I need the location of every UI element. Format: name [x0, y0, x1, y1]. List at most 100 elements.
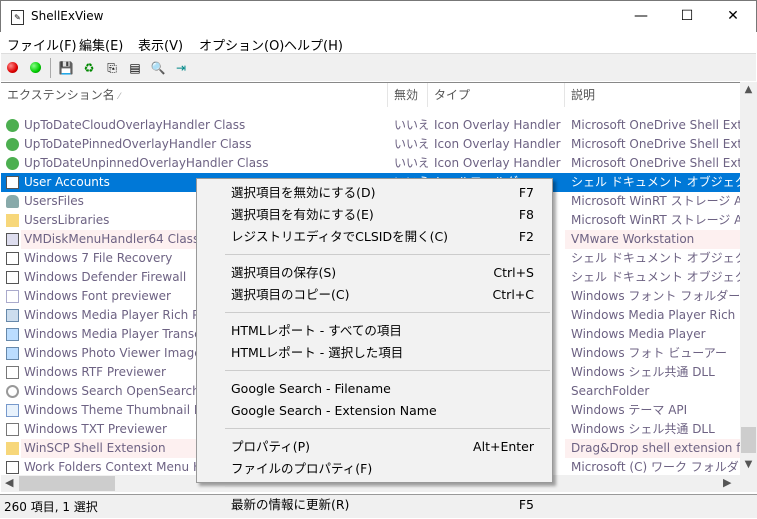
cell-description: シェル ドキュメント オブジェクトとコント — [571, 251, 740, 265]
cell-description: SearchFolder — [571, 384, 650, 398]
horizontal-scroll-thumb[interactable] — [19, 476, 115, 491]
close-button[interactable]: ✕ — [710, 1, 756, 32]
context-menu-item[interactable]: ファイルのプロパティ(F) — [198, 458, 551, 480]
menu-item-label: レジストリエディタでCLSIDを開く(C) — [231, 229, 449, 244]
context-menu-item[interactable]: 最新の情報に更新(R) F5 — [198, 494, 551, 516]
cell-type: Icon Overlay Handler — [434, 118, 561, 132]
menu-item-shortcut: F5 — [518, 497, 534, 512]
menu-item-label: 選択項目を有効にする(E) — [231, 207, 374, 222]
context-menu-item[interactable]: レジストリエディタでCLSIDを開く(C) F2 — [198, 226, 551, 248]
cell-description: Windows テーマ API — [571, 403, 688, 417]
menu-separator — [225, 428, 550, 429]
disable-red-icon[interactable] — [7, 62, 18, 73]
vertical-scrollbar[interactable]: ▲ ▼ — [740, 82, 757, 475]
toolbar: 💾 ♻ ⎘ ▤ 🔍 ⇥ — [1, 53, 756, 81]
menu-separator — [225, 486, 550, 487]
file-icon — [6, 252, 19, 265]
menu-item-shortcut: F8 — [518, 207, 534, 222]
app-icon: ✎ — [11, 10, 24, 25]
menu-view[interactable]: 表示(V) — [138, 35, 183, 54]
folder-icon — [6, 214, 19, 227]
cell-name: UpToDateCloudOverlayHandler Class — [24, 118, 246, 132]
sort-icon: ⁄ — [118, 92, 120, 102]
image-icon — [6, 328, 19, 341]
maximize-button[interactable]: ☐ — [664, 1, 710, 32]
context-menu-item[interactable]: 選択項目のコピー(C) Ctrl+C — [198, 284, 551, 306]
menu-bar: ファイル(F) 編集(E) 表示(V) オプション(O) ヘルプ(H) — [1, 32, 756, 54]
media-icon — [6, 309, 19, 322]
menu-options[interactable]: オプション(O) — [199, 35, 284, 54]
menu-separator — [225, 312, 550, 313]
table-row[interactable]: UpToDateCloudOverlayHandler Class いいえ Ic… — [1, 116, 740, 135]
cell-name: UpToDateUnpinnedOverlayHandler Class — [24, 156, 269, 170]
toolbar-separator — [50, 58, 51, 78]
cell-description: Drag&Drop shell extension fo — [565, 439, 740, 458]
context-menu-item[interactable]: HTMLレポート - すべての項目 — [198, 320, 551, 342]
context-menu-item[interactable]: Google Search - Filename — [198, 378, 551, 400]
vertical-scroll-thumb[interactable] — [741, 427, 756, 453]
cell-description: Microsoft WinRT ストレージ API — [571, 194, 740, 208]
save-icon[interactable]: 💾 — [58, 60, 74, 76]
scroll-down-icon[interactable]: ▼ — [740, 459, 757, 470]
context-menu-item[interactable]: 選択項目の保存(S) Ctrl+S — [198, 262, 551, 284]
disk-icon — [6, 233, 19, 246]
refresh-icon[interactable]: ♻ — [81, 60, 97, 76]
menu-edit[interactable]: 編集(E) — [79, 35, 123, 54]
menu-help[interactable]: ヘルプ(H) — [284, 35, 343, 54]
cell-description: VMware Workstation — [565, 230, 740, 249]
cell-description: Windows Media Player — [571, 327, 706, 341]
cell-description: Windows シェル共通 DLL — [571, 422, 715, 436]
context-menu-item[interactable]: 選択項目を有効にする(E) F8 — [198, 204, 551, 226]
column-header-type[interactable]: タイプ — [428, 83, 565, 107]
properties-icon[interactable]: ▤ — [127, 60, 143, 76]
menu-item-label: HTMLレポート - すべての項目 — [231, 323, 402, 338]
cell-description: Microsoft WinRT ストレージ API — [571, 213, 740, 227]
menu-item-shortcut: F7 — [518, 185, 534, 200]
scroll-right-icon[interactable]: ▶ — [723, 476, 731, 489]
scroll-left-icon[interactable]: ◀ — [5, 476, 13, 489]
menu-item-label: プロパティ(P) — [231, 439, 311, 454]
file-icon — [6, 461, 19, 474]
scroll-up-icon[interactable]: ▲ — [740, 84, 757, 95]
context-menu-item[interactable]: 選択項目を無効にする(D) F7 — [198, 182, 551, 204]
copy-icon[interactable]: ⎘ — [104, 60, 120, 76]
column-name-label: エクステンション名 — [7, 88, 115, 102]
exit-icon[interactable]: ⇥ — [173, 60, 189, 76]
menu-item-shortcut: F2 — [518, 229, 534, 244]
doc-icon — [6, 366, 19, 379]
cell-type: Icon Overlay Handler — [434, 156, 561, 170]
cell-description: Microsoft OneDrive Shell Exte — [571, 156, 740, 170]
column-header-description[interactable]: 説明 — [565, 83, 741, 107]
menu-separator — [225, 370, 550, 371]
enable-green-icon[interactable] — [30, 62, 41, 73]
green-check-icon — [6, 157, 19, 170]
table-row[interactable]: UpToDatePinnedOverlayHandler Class いいえ I… — [1, 135, 740, 154]
user-icon — [6, 195, 19, 208]
column-header-disabled[interactable]: 無効 — [388, 83, 428, 107]
column-header-name[interactable]: エクステンション名 ⁄ — [1, 83, 388, 107]
title-bar: ✎ ShellExView — ☐ ✕ — [0, 0, 757, 32]
search-icon — [6, 385, 19, 398]
cell-description: Microsoft OneDrive Shell Exte — [571, 137, 740, 151]
context-menu-item[interactable]: Google Search - Extension Name — [198, 400, 551, 422]
file-icon — [6, 271, 19, 284]
cell-name: UpToDatePinnedOverlayHandler Class — [24, 137, 252, 151]
menu-item-label: Google Search - Filename — [231, 381, 391, 396]
cell-disabled: いいえ — [394, 137, 428, 151]
menu-item-label: 選択項目を無効にする(D) — [231, 185, 376, 200]
green-check-icon — [6, 119, 19, 132]
context-menu-item[interactable]: HTMLレポート - 選択した項目 — [198, 342, 551, 364]
window-title: ShellExView — [31, 9, 104, 23]
find-icon[interactable]: 🔍 — [150, 60, 166, 76]
doc-icon — [6, 423, 19, 436]
table-row[interactable]: UpToDateUnpinnedOverlayHandler Class いいえ… — [1, 154, 740, 173]
menu-file[interactable]: ファイル(F) — [7, 35, 77, 54]
folder-icon — [6, 442, 19, 455]
context-menu-item[interactable]: プロパティ(P) Alt+Enter — [198, 436, 551, 458]
minimize-button[interactable]: — — [618, 1, 664, 32]
menu-item-label: Google Search - Extension Name — [231, 403, 437, 418]
green-check-icon — [6, 138, 19, 151]
cell-disabled: いいえ — [394, 156, 428, 170]
cell-description: Windows Media Player Rich P — [571, 308, 740, 322]
menu-item-shortcut: Ctrl+S — [493, 265, 534, 280]
